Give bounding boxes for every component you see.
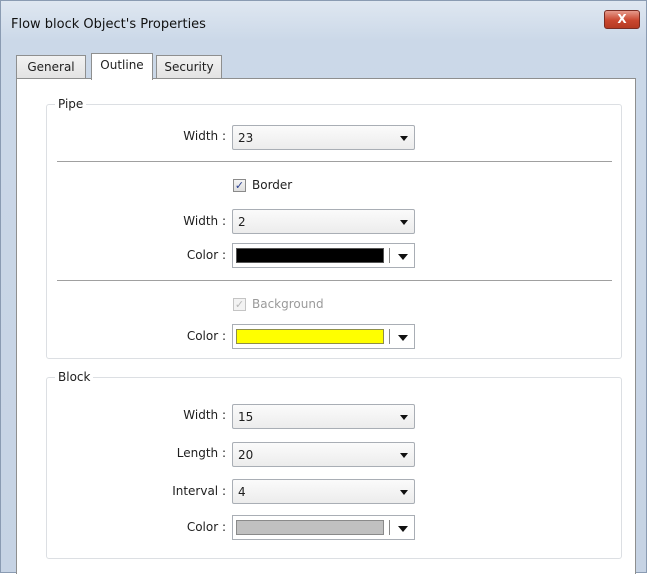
divider: [57, 280, 612, 281]
chevron-down-icon: [400, 220, 408, 225]
block-group: Block Width : 15 Length : 20 Interval : …: [46, 370, 622, 559]
background-checkbox[interactable]: ✓: [233, 298, 246, 311]
block-width-value: 15: [238, 410, 254, 424]
border-width-value: 2: [238, 215, 246, 229]
chevron-down-icon: [398, 335, 408, 341]
separator: [389, 248, 390, 263]
check-icon: ✓: [234, 179, 245, 192]
pipe-width-select[interactable]: 23: [232, 125, 415, 150]
chevron-down-icon: [400, 415, 408, 420]
background-color-picker[interactable]: [232, 324, 415, 349]
tab-general[interactable]: General: [16, 55, 86, 79]
pipe-width-value: 23: [238, 131, 254, 145]
close-button[interactable]: X: [604, 10, 640, 29]
block-interval-select[interactable]: 4: [232, 479, 415, 504]
check-icon: ✓: [234, 298, 245, 311]
background-label: Background: [252, 297, 324, 311]
border-label: Border: [252, 178, 293, 192]
pipe-group: Pipe Width : 23 ✓ Border Width : 2 Color…: [46, 97, 622, 359]
border-color-picker[interactable]: [232, 243, 415, 268]
block-length-select[interactable]: 20: [232, 442, 415, 467]
window-title: Flow block Object's Properties: [11, 17, 206, 32]
outline-panel: Pipe Width : 23 ✓ Border Width : 2 Color…: [16, 78, 636, 574]
background-color-swatch: [236, 329, 384, 344]
close-icon: X: [617, 12, 627, 26]
pipe-width-label: Width :: [183, 129, 226, 143]
separator: [389, 520, 390, 535]
border-color-label: Color :: [186, 248, 226, 262]
block-color-swatch: [236, 520, 384, 535]
block-color-label: Color :: [186, 520, 226, 534]
tab-outline[interactable]: Outline: [91, 53, 153, 80]
border-color-swatch: [236, 248, 384, 263]
block-width-label: Width :: [183, 408, 226, 422]
border-checkbox[interactable]: ✓: [233, 179, 246, 192]
block-color-picker[interactable]: [232, 515, 415, 540]
chevron-down-icon: [398, 254, 408, 260]
border-width-select[interactable]: 2: [232, 209, 415, 234]
block-interval-value: 4: [238, 485, 246, 499]
chevron-down-icon: [400, 490, 408, 495]
separator: [389, 329, 390, 344]
block-length-value: 20: [238, 448, 254, 462]
divider: [57, 161, 612, 162]
chevron-down-icon: [400, 136, 408, 141]
block-legend: Block: [55, 370, 94, 384]
tab-security[interactable]: Security: [156, 55, 222, 79]
block-length-label: Length :: [176, 446, 226, 460]
properties-dialog: Flow block Object's Properties X General…: [0, 0, 647, 574]
border-width-label: Width :: [183, 214, 226, 228]
pipe-legend: Pipe: [55, 97, 87, 111]
background-color-label: Color :: [186, 329, 226, 343]
block-interval-label: Interval :: [172, 484, 226, 498]
chevron-down-icon: [400, 453, 408, 458]
chevron-down-icon: [398, 526, 408, 532]
block-width-select[interactable]: 15: [232, 404, 415, 429]
